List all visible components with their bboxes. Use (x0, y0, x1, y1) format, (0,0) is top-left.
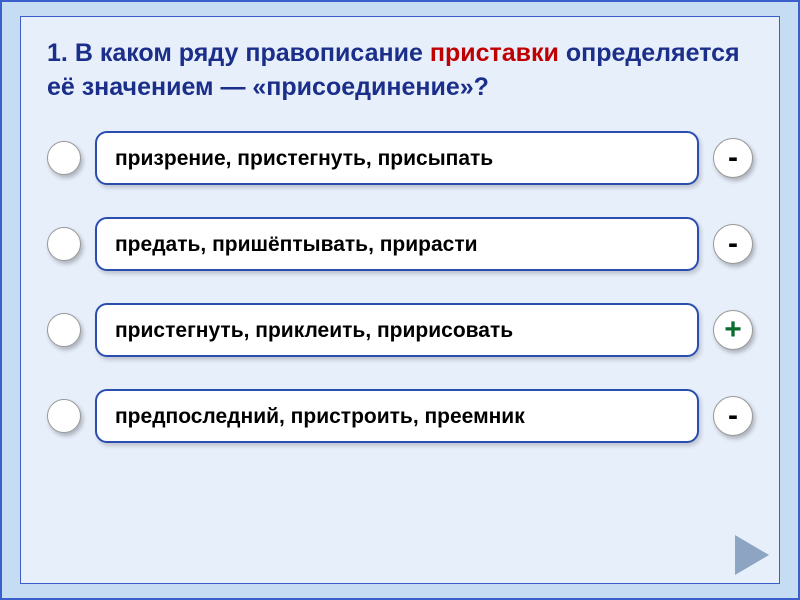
option-text: предать, пришёптывать, прирасти (115, 233, 478, 257)
option-text: призрение, пристегнуть, присыпать (115, 147, 493, 171)
option-answer-box[interactable]: пристегнуть, приклеить, пририсовать (95, 303, 699, 357)
option-row: предпоследний, пристроить, преемник - (47, 389, 753, 443)
option-radio[interactable] (47, 227, 81, 261)
question-lead: В каком ряду правописание (75, 39, 423, 67)
feedback-badge: - (713, 224, 753, 264)
feedback-badge: - (713, 138, 753, 178)
slide-inner: 1. В каком ряду правописание приставки о… (20, 16, 780, 584)
feedback-badge: - (713, 396, 753, 436)
option-text: пристегнуть, приклеить, пририсовать (115, 319, 513, 343)
question-emphasis: приставки (430, 39, 559, 67)
option-row: пристегнуть, приклеить, пририсовать + (47, 303, 753, 357)
question-number: 1. (47, 39, 68, 67)
feedback-badge: + (713, 310, 753, 350)
option-radio[interactable] (47, 313, 81, 347)
slide: 1. В каком ряду правописание приставки о… (0, 0, 800, 600)
option-answer-box[interactable]: предпоследний, пристроить, преемник (95, 389, 699, 443)
option-text: предпоследний, пристроить, преемник (115, 405, 525, 429)
option-answer-box[interactable]: призрение, пристегнуть, присыпать (95, 131, 699, 185)
option-radio[interactable] (47, 399, 81, 433)
option-row: предать, пришёптывать, прирасти - (47, 217, 753, 271)
option-row: призрение, пристегнуть, присыпать - (47, 131, 753, 185)
question-text: 1. В каком ряду правописание приставки о… (47, 37, 753, 105)
next-arrow-icon[interactable] (735, 535, 769, 575)
option-radio[interactable] (47, 141, 81, 175)
options-list: призрение, пристегнуть, присыпать - пред… (47, 131, 753, 443)
option-answer-box[interactable]: предать, пришёптывать, прирасти (95, 217, 699, 271)
